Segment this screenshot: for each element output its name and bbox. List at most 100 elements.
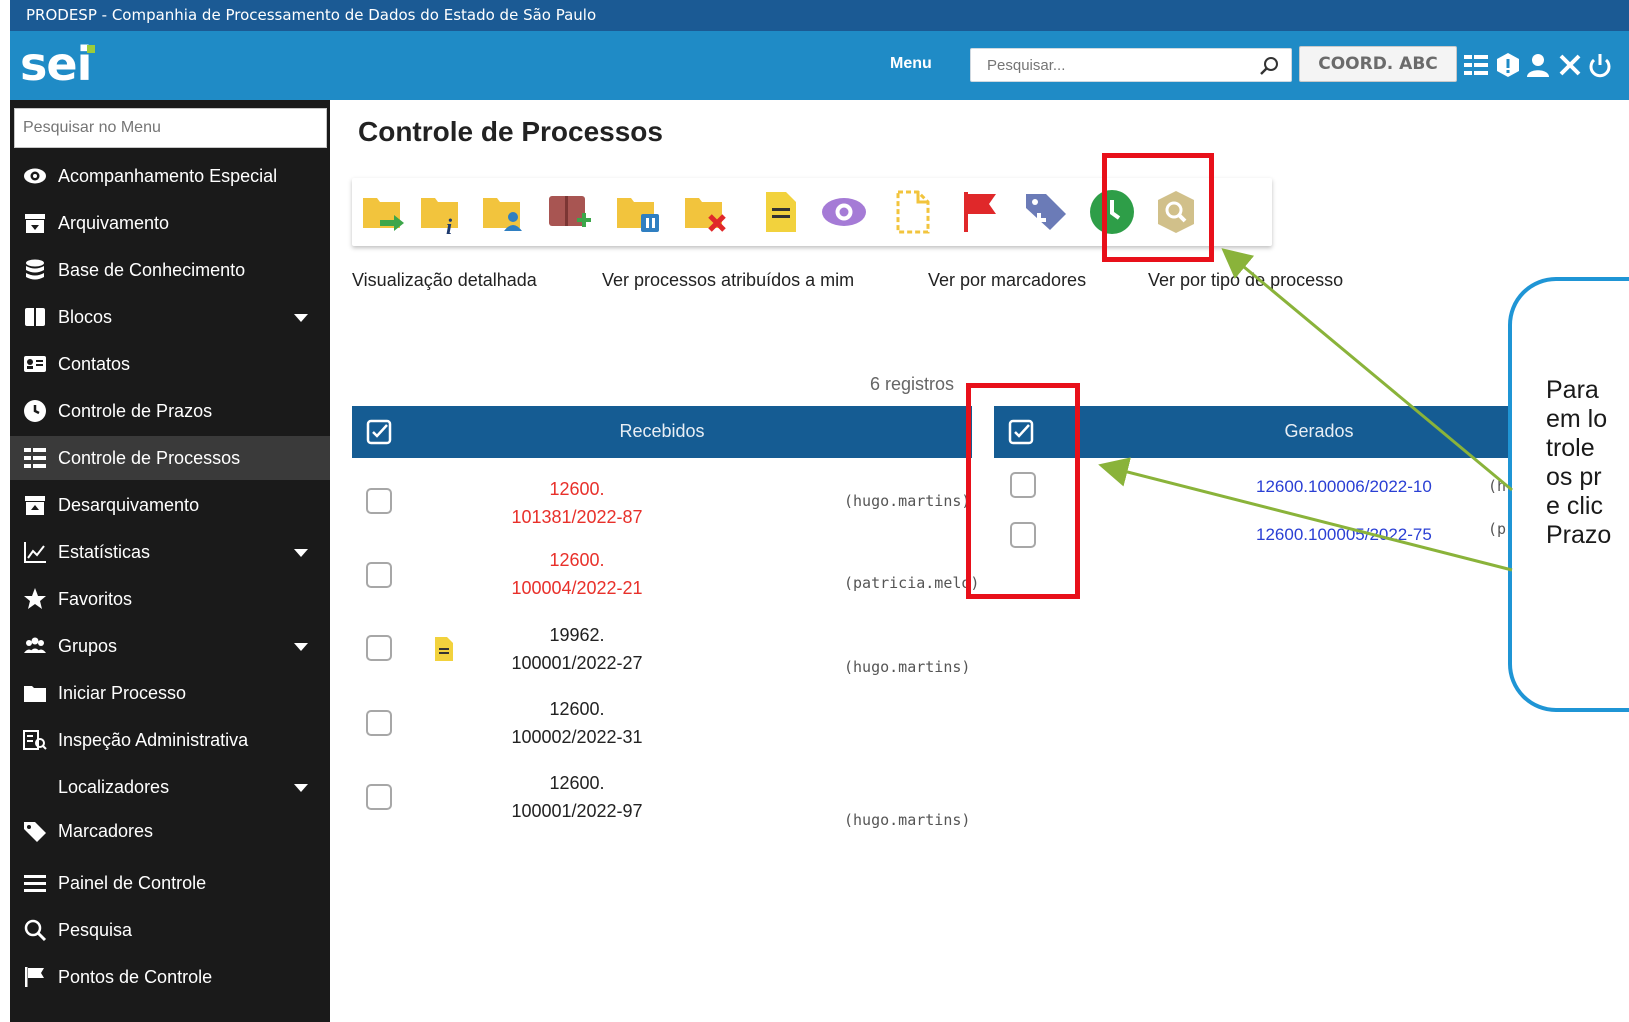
sidebar-item-label: Desarquivamento [58,495,200,515]
records-count: 6 registros [870,374,955,394]
sidebar-item-controle-de-prazos[interactable]: Controle de Prazos [10,389,330,433]
sidebar-item-pesquisa[interactable]: Pesquisa [10,908,330,952]
sidebar-item-inspecao-administrativa[interactable]: Inspeção Administrativa [10,718,330,762]
tools-icon[interactable] [1556,51,1584,79]
process-number-link[interactable]: 12600. 100004/2022-21 [482,546,672,602]
received-header-label: Recebidos [619,421,705,441]
new-document-icon[interactable] [888,188,936,236]
sidebar-item-label: Inspeção Administrativa [58,730,249,750]
callout-line: trole [1546,434,1595,462]
search-icon [24,919,47,942]
marker-flag-icon[interactable] [956,188,1004,236]
process-suffix: 100001/2022-97 [511,801,643,821]
eye-icon [24,168,46,184]
sidebar-menu: Acompanhamento Especial Arquivamento Bas… [10,100,330,1022]
folder-assign-icon[interactable] [480,188,528,236]
menu-toggle-link[interactable]: Menu [890,55,932,73]
sidebar-item-label: Pontos de Controle [58,967,213,987]
callout-text: Para em lo trole os pr e clic Prazo [1546,376,1629,550]
group-icon [24,637,46,653]
sidebar-item-acompanhamento-especial[interactable]: Acompanhamento Especial [10,154,330,198]
add-tag-icon[interactable] [1022,188,1070,236]
chevron-down-icon[interactable] [294,314,308,322]
process-number-link[interactable]: 12600.100006/2022-10 [1256,477,1432,497]
chevron-down-icon[interactable] [294,784,308,792]
sidebar-item-pontos-de-controle[interactable]: Pontos de Controle [10,955,330,999]
sei-logo[interactable]: sei [20,39,96,89]
contact-card-icon [24,356,46,372]
send-folder-icon[interactable] [360,188,408,236]
sidebar-item-favoritos[interactable]: Favoritos [10,577,330,621]
sidebar-item-label: Marcadores [58,821,154,841]
sidebar-item-painel-de-controle[interactable]: Painel de Controle [10,861,330,905]
process-prefix: 12600. [549,773,605,793]
sidebar-item-contatos[interactable]: Contatos [10,342,330,386]
alert-icon[interactable] [1494,51,1522,79]
sidebar-item-blocos[interactable]: Blocos [10,295,330,339]
chevron-down-icon[interactable] [294,549,308,557]
sidebar-item-marcadores[interactable]: Marcadores [10,809,330,853]
search-icon[interactable] [1259,56,1279,76]
annotation-icon[interactable] [432,636,456,662]
sidebar-item-localizadores[interactable]: Localizadores [10,765,330,809]
organization-name: PRODESP - Companhia de Processamento de … [26,6,597,24]
sidebar-item-label: Blocos [58,307,113,327]
sidebar-item-label: Iniciar Processo [58,683,187,703]
folder-info-icon[interactable]: i [418,188,466,236]
callout-line: os pr [1546,463,1602,491]
sidebar-item-label: Controle de Prazos [58,401,213,421]
power-icon[interactable] [1586,51,1614,79]
callout-line: Para [1546,376,1599,404]
sidebar-item-arquivamento[interactable]: Arquivamento [10,201,330,245]
process-number-link[interactable]: 12600. 101381/2022-87 [482,475,672,531]
process-number-link[interactable]: 19962. 100001/2022-27 [482,621,672,677]
sidebar-item-iniciar-processo[interactable]: Iniciar Processo [10,671,330,715]
sidebar-item-label: Contatos [58,354,131,374]
annotation-icon[interactable] [756,188,804,236]
process-number-link[interactable]: 12600.100005/2022-75 [1256,525,1432,545]
chevron-down-icon[interactable] [294,643,308,651]
svg-text:i: i [446,214,453,236]
add-to-block-icon[interactable] [546,188,594,236]
process-number-link[interactable]: 12600. 100002/2022-31 [482,695,672,751]
callout-line: Prazo [1546,521,1612,549]
row-checkbox[interactable] [366,784,392,810]
list-icon[interactable] [1462,51,1490,79]
menu-search-input[interactable] [15,109,326,147]
sidebar-item-label: Grupos [58,636,118,656]
process-number-link[interactable]: 12600. 100001/2022-97 [482,769,672,825]
process-prefix: 12600. [549,479,605,499]
sidebar-item-label: Controle de Processos [58,448,241,468]
sidebar-item-base-de-conhecimento[interactable]: Base de Conhecimento [10,248,330,292]
page-title: Controle de Processos [358,116,663,147]
row-checkbox[interactable] [366,488,392,514]
user-icon[interactable] [1524,51,1552,79]
deadline-icon-highlight [1102,153,1214,262]
view-by-markers-link[interactable]: Ver por marcadores [928,270,1086,291]
sidebar-item-label: Localizadores [58,777,170,797]
row-checkbox[interactable] [366,635,392,661]
header-search-input[interactable] [971,49,1231,81]
folder-close-icon[interactable] [682,188,730,236]
unit-selector[interactable]: COORD. ABC [1299,46,1457,82]
sidebar-item-desarquivamento[interactable]: Desarquivamento [10,483,330,527]
tag-icon [24,822,46,842]
callout-line: e clic [1546,492,1603,520]
sidebar-item-controle-de-processos[interactable]: Controle de Processos [10,436,330,480]
follow-eye-icon[interactable] [820,188,868,236]
sidebar-item-grupos[interactable]: Grupos [10,624,330,668]
process-prefix: 12600. [549,699,605,719]
menu-search [14,108,327,148]
folder-pause-icon[interactable] [614,188,662,236]
organization-bar: PRODESP - Companhia de Processamento de … [10,0,1629,31]
detailed-view-link[interactable]: Visualização detalhada [352,270,537,291]
assigned-to-me-link[interactable]: Ver processos atribuídos a mim [602,270,854,291]
sidebar-item-estatisticas[interactable]: Estatísticas [10,530,330,574]
row-checkbox[interactable] [366,562,392,588]
unarchive-icon [25,496,45,515]
view-by-type-link[interactable]: Ver por tipo de processo [1148,270,1343,291]
row-checkbox[interactable] [366,710,392,736]
process-suffix: 100004/2022-21 [511,578,643,598]
received-table-header: Recebidos [352,406,972,458]
app-header: sei Menu COORD. ABC [10,31,1629,100]
